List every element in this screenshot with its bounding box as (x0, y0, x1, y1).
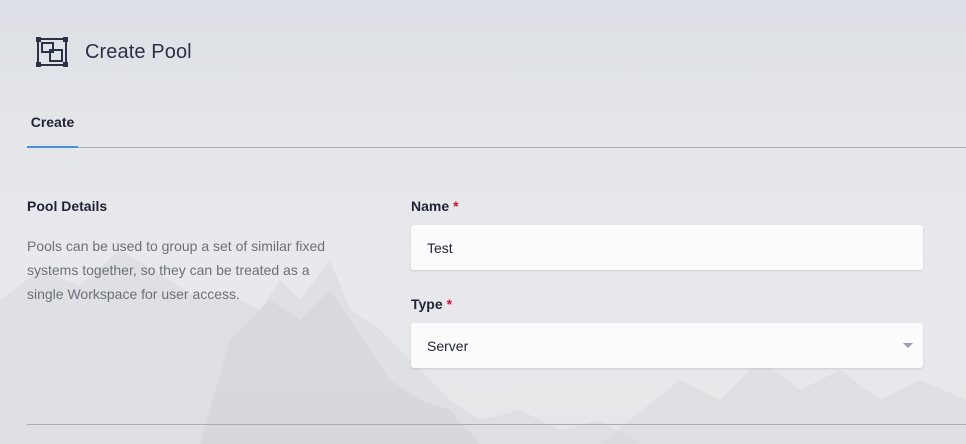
name-input[interactable] (411, 225, 923, 270)
tab-bar: Create (27, 96, 966, 148)
tab-create[interactable]: Create (27, 96, 78, 148)
required-marker: * (453, 198, 459, 214)
name-label-text: Name (411, 198, 450, 214)
chevron-down-icon (903, 343, 913, 348)
page-header: Create Pool (36, 36, 192, 68)
section-divider (27, 424, 966, 425)
pool-icon (36, 37, 68, 67)
type-select[interactable]: Server (411, 323, 923, 368)
type-label-text: Type (411, 296, 443, 312)
type-select-value: Server (427, 337, 469, 354)
page-title: Create Pool (85, 40, 192, 63)
section-description: Pools can be used to group a set of simi… (27, 238, 326, 302)
section-title: Pool Details (27, 198, 108, 214)
required-marker: * (446, 296, 453, 312)
type-label: Type * (411, 296, 452, 312)
name-label: Name * (411, 198, 459, 214)
